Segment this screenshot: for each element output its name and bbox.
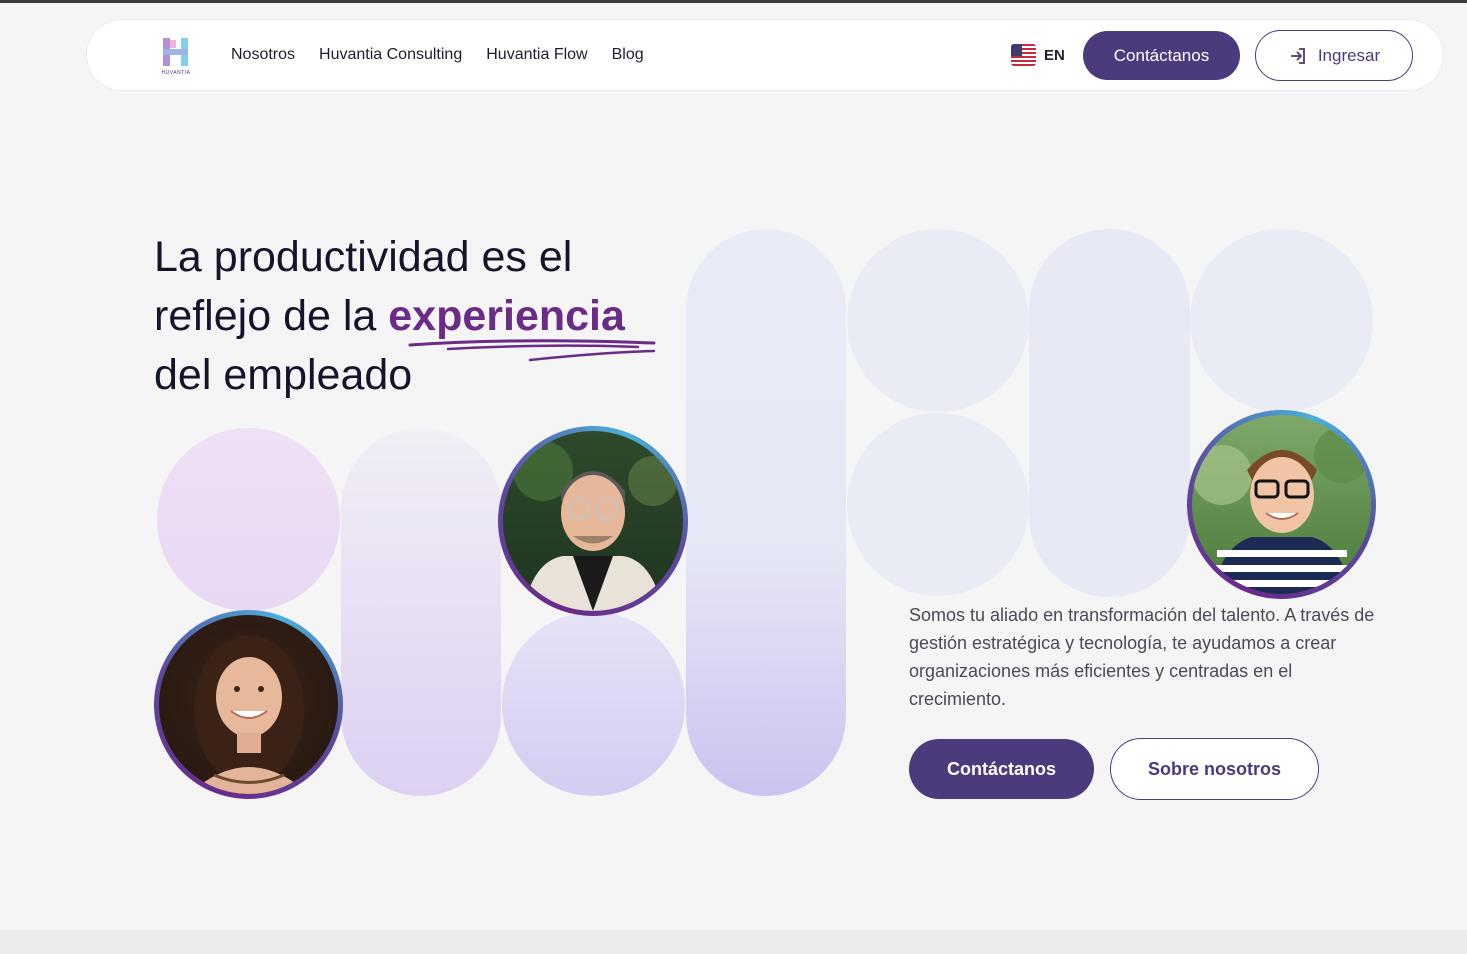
nav-link-nosotros[interactable]: Nosotros	[231, 46, 295, 64]
hero-title-part2: del empleado	[154, 351, 413, 399]
decor-pill	[341, 428, 501, 796]
login-label: Ingresar	[1317, 45, 1381, 65]
huvantia-logo[interactable]: HUVANTIA	[159, 36, 193, 78]
decor-pill	[1029, 229, 1190, 597]
nav-contact-button[interactable]: Contáctanos	[1083, 31, 1240, 80]
language-switcher[interactable]: EN	[1011, 44, 1065, 66]
nav-links: Nosotros Huvantia Consulting Huvantia Fl…	[231, 46, 644, 64]
decor-circle	[502, 612, 685, 796]
avatar-woman	[154, 610, 343, 799]
avatar-man-striped-shirt	[1187, 410, 1376, 599]
nav-link-consulting[interactable]: Huvantia Consulting	[319, 46, 462, 64]
hero-title: La productividad es el reflejo de la exp…	[154, 228, 674, 405]
about-us-button[interactable]: Sobre nosotros	[1110, 738, 1319, 800]
hero-title-highlight: experiencia	[388, 292, 625, 340]
hero-contact-button[interactable]: Contáctanos	[909, 739, 1094, 799]
logo-wordmark: HUVANTIA	[161, 70, 191, 76]
nav-link-flow[interactable]: Huvantia Flow	[486, 46, 587, 64]
decor-pill	[686, 229, 846, 796]
nav-link-blog[interactable]: Blog	[612, 46, 644, 64]
decor-circle	[1190, 229, 1373, 412]
hero-description: Somos tu aliado en transformación del ta…	[909, 605, 1375, 709]
login-button[interactable]: Ingresar	[1255, 30, 1413, 81]
scribble-underline-icon	[408, 339, 656, 362]
window-top-border	[0, 0, 1467, 3]
login-icon	[1290, 47, 1305, 64]
decor-circle	[847, 229, 1029, 412]
next-section-edge	[0, 930, 1467, 954]
decor-circle	[157, 428, 340, 611]
logo-mark-icon	[163, 38, 188, 66]
us-flag-icon	[1011, 44, 1036, 66]
language-label: EN	[1044, 46, 1065, 64]
decor-circle	[847, 413, 1029, 596]
navbar: HUVANTIA Nosotros Huvantia Consulting Hu…	[86, 19, 1444, 91]
avatar-man-glasses-jacket	[498, 426, 688, 616]
